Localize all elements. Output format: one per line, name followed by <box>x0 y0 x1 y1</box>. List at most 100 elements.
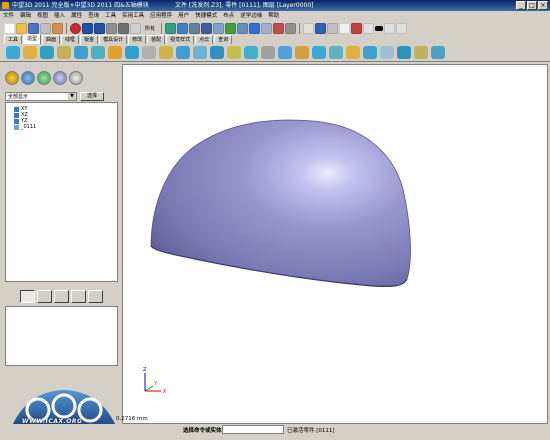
view-manager-icon[interactable] <box>53 71 67 85</box>
sweep-icon[interactable] <box>74 46 88 59</box>
menu-applications[interactable]: 应用程序 <box>147 11 175 21</box>
style-dropdown[interactable]: 所有 <box>145 25 155 32</box>
history-icon[interactable] <box>5 71 19 85</box>
select-button[interactable]: 选择 <box>80 92 104 101</box>
minimize-button[interactable]: _ <box>516 1 526 10</box>
open-folder-icon[interactable] <box>16 22 27 34</box>
layer-icon[interactable] <box>37 71 51 85</box>
menu-edit[interactable]: 编辑 <box>17 11 34 21</box>
print-icon[interactable] <box>40 22 51 34</box>
marker-icon[interactable] <box>351 22 363 34</box>
refresh-icon[interactable] <box>285 22 297 34</box>
display-icon[interactable] <box>213 22 225 34</box>
properties-tab-button[interactable] <box>20 290 35 303</box>
block-icon[interactable] <box>6 46 20 59</box>
redo-icon[interactable] <box>94 22 105 34</box>
rotate-icon[interactable] <box>237 22 249 34</box>
revolve-icon[interactable] <box>57 46 71 59</box>
datum-icon[interactable] <box>397 46 411 59</box>
rebuild-icon[interactable] <box>106 22 117 34</box>
thicken-icon[interactable] <box>329 46 343 59</box>
select-arrow-icon[interactable] <box>130 22 141 34</box>
stop-icon[interactable] <box>70 22 81 34</box>
mirror-icon[interactable] <box>278 46 292 59</box>
menu-view[interactable]: 视图 <box>34 11 51 21</box>
offset-icon[interactable] <box>346 46 360 59</box>
dimension-icon[interactable] <box>339 22 351 34</box>
settings-tab-button[interactable] <box>88 290 103 303</box>
draft-icon[interactable] <box>159 46 173 59</box>
chevron-down-icon[interactable]: ▼ <box>68 93 76 100</box>
menu-file[interactable]: 文件 <box>0 11 17 21</box>
cut-icon[interactable] <box>52 22 63 34</box>
menu-quick-mode[interactable]: 快捷模式 <box>192 11 220 21</box>
menu-insert[interactable]: 插入 <box>51 11 68 21</box>
trim-icon[interactable] <box>244 46 258 59</box>
view-icon[interactable] <box>165 22 177 34</box>
display-tab-button[interactable] <box>71 290 86 303</box>
scale-icon[interactable] <box>312 46 326 59</box>
loft-icon[interactable] <box>91 46 105 59</box>
line-style-icon[interactable] <box>384 22 396 34</box>
zoom-window-icon[interactable] <box>273 22 285 34</box>
cylinder-icon[interactable] <box>23 46 37 59</box>
hole-icon[interactable] <box>176 46 190 59</box>
tab-surface[interactable]: 曲面 <box>42 35 61 44</box>
save-icon[interactable] <box>28 22 39 34</box>
close-button[interactable]: × <box>538 1 548 10</box>
pattern-icon[interactable] <box>261 46 275 59</box>
text-icon[interactable] <box>363 22 375 34</box>
tab-wireframe[interactable]: 线框 <box>61 35 80 44</box>
filter-manager-icon[interactable] <box>69 71 83 85</box>
maximize-button[interactable]: □ <box>527 1 537 10</box>
menu-help[interactable]: 帮助 <box>265 11 282 21</box>
shaded-icon[interactable] <box>177 22 189 34</box>
command-input[interactable] <box>222 425 284 434</box>
align-icon[interactable] <box>327 22 339 34</box>
rib-icon[interactable] <box>193 46 207 59</box>
graphics-viewport[interactable]: Z X Y <box>122 64 548 424</box>
display-filter-dropdown[interactable]: 全部显示 ▼ <box>5 92 77 101</box>
menu-utilities[interactable]: 实用工具 <box>119 11 147 21</box>
menu-attribute[interactable]: 属性 <box>68 11 85 21</box>
structure-tab-button[interactable] <box>54 290 69 303</box>
tab-visual-style[interactable]: 视觉样式 <box>166 35 195 44</box>
extrude-icon[interactable] <box>40 46 54 59</box>
hidden-line-icon[interactable] <box>201 22 213 34</box>
pan-icon[interactable] <box>249 22 261 34</box>
fillet-icon[interactable] <box>108 46 122 59</box>
tab-point-cloud[interactable]: 点云 <box>195 35 214 44</box>
help-pointer-icon[interactable] <box>118 22 129 34</box>
color-swatch-icon[interactable] <box>375 25 384 31</box>
menu-user[interactable]: 用户 <box>175 11 192 21</box>
tab-query[interactable]: 查询 <box>214 35 233 44</box>
chamfer-icon[interactable] <box>125 46 139 59</box>
sketch-icon[interactable] <box>414 46 428 59</box>
shell-icon[interactable] <box>142 46 156 59</box>
menu-points[interactable]: 布点 <box>220 11 237 21</box>
menu-reverse-edge[interactable]: 逆学边缘 <box>237 11 265 21</box>
undo-icon[interactable] <box>82 22 93 34</box>
tab-sheetmetal[interactable]: 钣金 <box>80 35 99 44</box>
cube-view-icon[interactable] <box>315 22 327 34</box>
tab-mold-design[interactable]: 模具设计 <box>99 35 128 44</box>
more-tools-icon[interactable] <box>431 46 445 59</box>
filter-tab-button[interactable] <box>37 290 52 303</box>
tab-tools[interactable]: 工具 <box>4 35 23 44</box>
line-width-icon[interactable] <box>396 22 408 34</box>
split-icon[interactable] <box>227 46 241 59</box>
assembly-icon[interactable] <box>21 71 35 85</box>
zoom-all-icon[interactable] <box>225 22 237 34</box>
dome-surface[interactable] <box>150 119 411 287</box>
menu-tools[interactable]: 工具 <box>102 11 119 21</box>
tab-modeling[interactable]: 造型 <box>23 34 42 44</box>
simplify-icon[interactable] <box>380 46 394 59</box>
combine-icon[interactable] <box>210 46 224 59</box>
measure-icon[interactable] <box>303 22 315 34</box>
move-icon[interactable] <box>295 46 309 59</box>
tab-assembly[interactable]: 装配 <box>147 35 166 44</box>
replace-face-icon[interactable] <box>363 46 377 59</box>
tree-item-sheet[interactable]: _0111 <box>14 124 36 130</box>
zoom-icon[interactable] <box>261 22 273 34</box>
new-file-icon[interactable] <box>4 22 15 34</box>
